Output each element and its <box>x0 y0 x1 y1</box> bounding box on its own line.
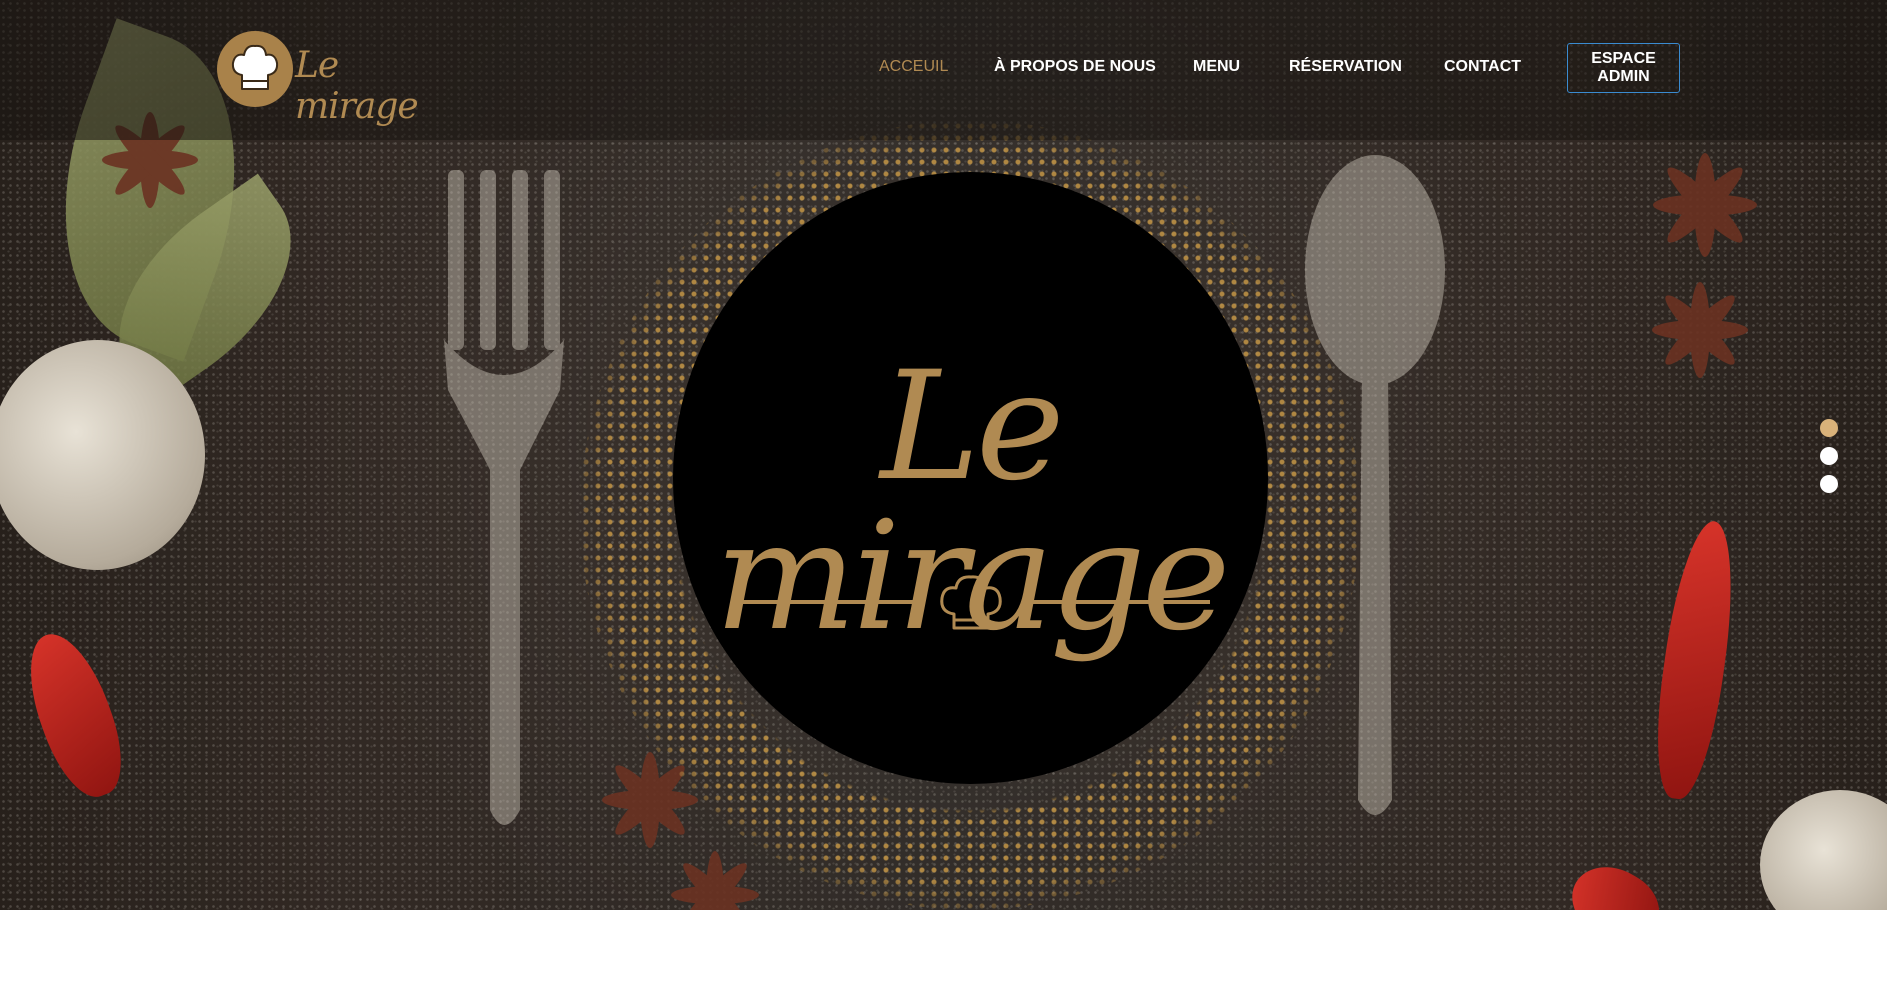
site-header: Le mirage ACCEUIL À PROPOS DE NOUS MENU … <box>0 0 1887 140</box>
star-anise-image <box>1652 282 1748 378</box>
fork-silhouette <box>444 170 564 825</box>
slider-dot-1[interactable] <box>1820 419 1838 437</box>
nav-item-reservation[interactable]: RÉSERVATION <box>1289 58 1402 76</box>
nav-item-contact[interactable]: CONTACT <box>1444 58 1521 76</box>
star-anise-image <box>1653 153 1757 257</box>
chef-hat-icon <box>940 575 1002 630</box>
nav-item-menu[interactable]: MENU <box>1193 58 1240 76</box>
hero-plate: Le mirage <box>673 172 1268 784</box>
garlic-image <box>0 340 205 570</box>
star-anise-image <box>671 851 759 910</box>
hero-divider-left <box>733 600 917 604</box>
hero-divider-right <box>1026 600 1210 604</box>
admin-space-button[interactable]: ESPACE ADMIN <box>1567 43 1680 93</box>
slider-dot-3[interactable] <box>1820 475 1838 493</box>
slider-dots <box>1820 419 1840 499</box>
nav-item-a-propos[interactable]: À PROPOS DE NOUS <box>994 58 1156 76</box>
slider-dot-2[interactable] <box>1820 447 1838 465</box>
nav-item-accueil[interactable]: ACCEUIL <box>879 58 948 76</box>
